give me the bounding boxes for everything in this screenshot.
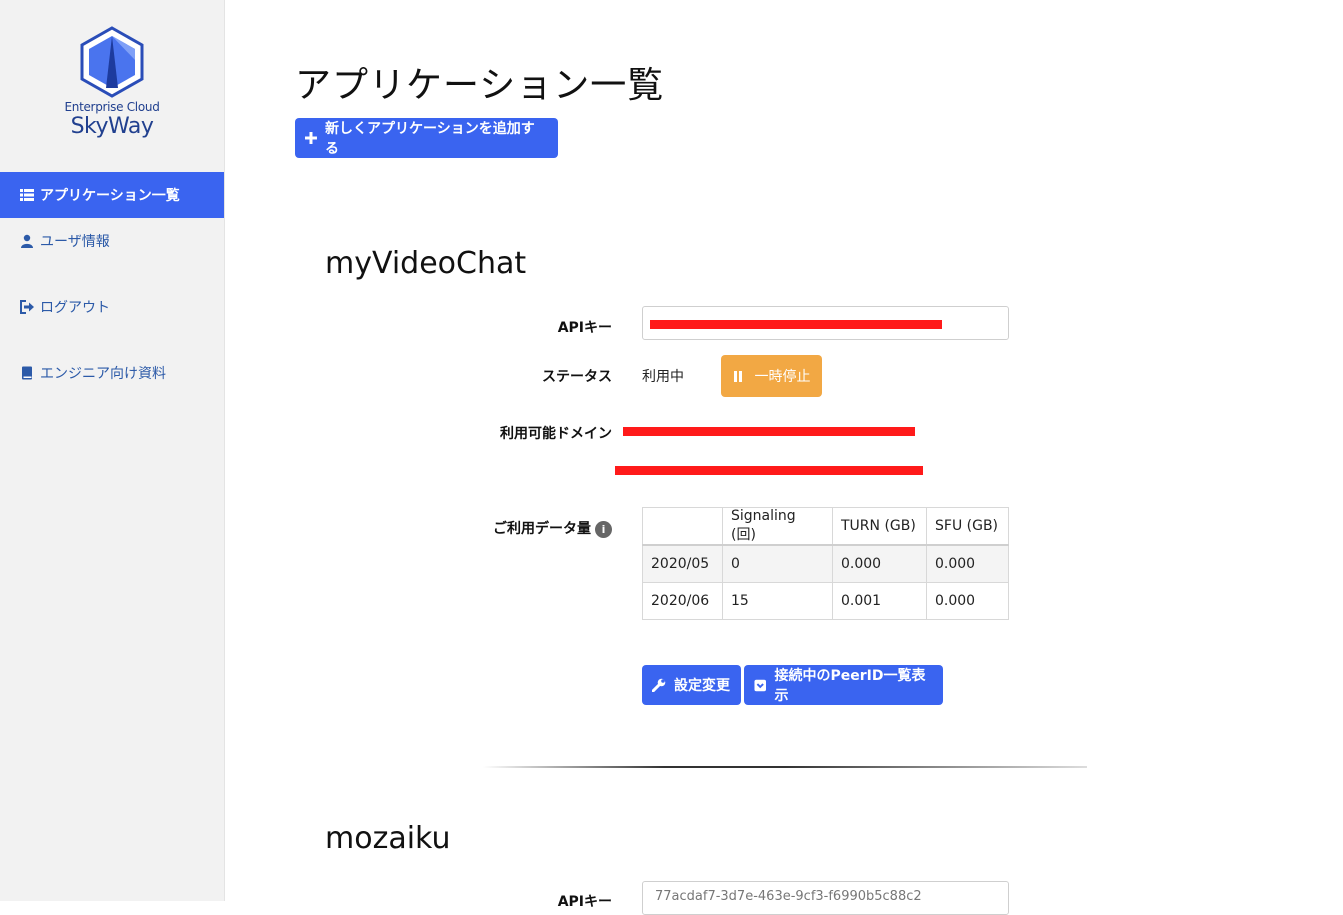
wrench-icon [652,678,666,692]
settings-label: 設定変更 [674,678,730,694]
book-icon [22,366,32,380]
status-value: 利用中 [642,369,684,385]
table-cell: 0.000 [926,581,1009,620]
add-application-button[interactable]: 新しくアプリケーションを追加する [295,118,558,158]
sidebar-item-applications[interactable]: アプリケーション一覧 [0,172,224,218]
redaction-mark [650,320,942,329]
user-icon [21,234,33,248]
api-key-label: APIキー [557,894,612,910]
pause-icon [733,370,742,382]
table-cell: 0 [722,544,833,583]
pause-label: 一時停止 [754,369,811,385]
app-name: myVideoChat [325,246,527,281]
chevron-square-icon [754,679,767,691]
sidebar-item-label: エンジニア向け資料 [40,366,166,382]
status-label: ステータス [542,369,612,385]
usage-table: Signaling (回) TURN (GB) SFU (GB) 2020/05… [642,507,1009,620]
sidebar-item-user-info[interactable]: ユーザ情報 [0,218,224,264]
redaction-mark [615,466,923,475]
table-header-row: Signaling (回) TURN (GB) SFU (GB) [642,507,1009,546]
add-application-label: 新しくアプリケーションを追加する [324,121,535,157]
table-header: TURN (GB) [832,507,927,546]
table-row: 2020/06 15 0.001 0.000 [642,581,1009,620]
pause-button[interactable]: 一時停止 [721,355,822,397]
api-key-label: APIキー [557,320,612,336]
skyway-hexagon-icon [80,26,144,98]
sidebar-item-engineer-docs[interactable]: エンジニア向け資料 [0,350,224,396]
redaction-mark [623,427,915,436]
section-divider [483,766,1087,768]
list-icon [20,189,34,201]
main-content: アプリケーション一覧 新しくアプリケーションを追加する myVideoChat … [225,0,1343,915]
info-icon[interactable]: i [595,520,612,538]
sidebar: Enterprise Cloud SkyWay アプリケーション一覧 ユーザ情報… [0,0,225,901]
page-title: アプリケーション一覧 [295,65,665,106]
sidebar-item-logout[interactable]: ログアウト [0,284,224,330]
table-header: Signaling (回) [722,507,833,546]
table-cell: 2020/05 [642,544,723,583]
usage-label-text: ご利用データ量 [493,521,591,537]
usage-label: ご利用データ量 i [412,518,612,538]
peer-list-label: 接続中のPeerID一覧表示 [774,668,926,704]
domains-label: 利用可能ドメイン [500,426,612,442]
api-key-field[interactable]: 77acdaf7-3d7e-463e-9cf3-f6990b5c88c2 [642,881,1009,915]
table-row: 2020/05 0 0.000 0.000 [642,544,1009,583]
logo-title: SkyWay [70,114,154,139]
sidebar-item-label: ユーザ情報 [40,234,110,250]
plus-icon [305,132,317,144]
sidebar-item-label: ログアウト [40,300,110,316]
table-cell: 0.001 [832,581,927,620]
table-cell: 0.000 [926,544,1009,583]
logo-subtitle: Enterprise Cloud [64,100,160,114]
skyway-logo[interactable]: Enterprise Cloud SkyWay [60,26,164,146]
logout-icon [20,300,34,314]
table-header: SFU (GB) [926,507,1009,546]
table-cell: 15 [722,581,833,620]
app-name: mozaiku [325,821,451,856]
sidebar-item-label: アプリケーション一覧 [40,188,180,204]
table-header [642,507,723,546]
table-cell: 2020/06 [642,581,723,620]
peer-list-button[interactable]: 接続中のPeerID一覧表示 [744,665,943,705]
settings-button[interactable]: 設定変更 [642,665,741,705]
table-cell: 0.000 [832,544,927,583]
